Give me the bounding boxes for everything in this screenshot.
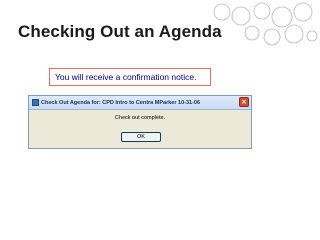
- close-button[interactable]: ×: [239, 97, 249, 107]
- slide-title: Checking Out an Agenda: [18, 22, 222, 41]
- dialog-titlebar[interactable]: Check Out Agenda for: CPD Intro to Centr…: [29, 96, 251, 110]
- checkout-dialog: Check Out Agenda for: CPD Intro to Centr…: [28, 95, 252, 149]
- app-icon: [32, 99, 39, 106]
- confirmation-note: You will receive a confirmation notice.: [49, 68, 211, 86]
- dialog-title: Check Out Agenda for: CPD Intro to Centr…: [41, 99, 201, 106]
- decorative-circles: [208, 2, 318, 50]
- dialog-message: Check out complete.: [114, 115, 166, 121]
- circles-graphic: [213, 2, 318, 46]
- ok-button[interactable]: OK: [121, 132, 161, 142]
